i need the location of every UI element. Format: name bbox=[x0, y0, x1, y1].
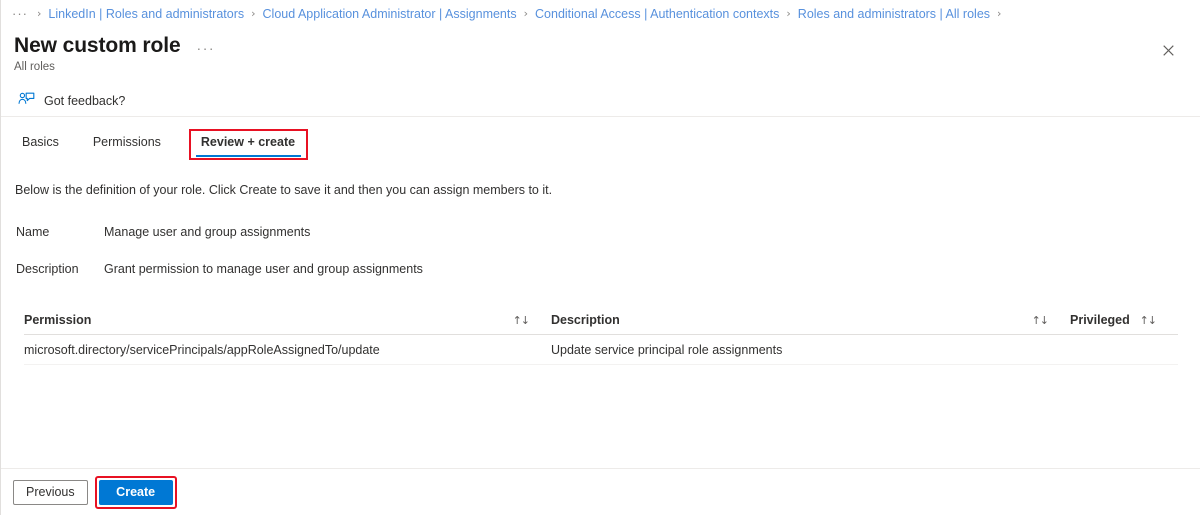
column-header-description[interactable]: Description ↑↓ bbox=[551, 313, 1070, 327]
sort-icon[interactable]: ↑↓ bbox=[513, 314, 551, 327]
blade-footer: Previous Create bbox=[1, 468, 1200, 515]
tab-active-underline bbox=[195, 155, 302, 157]
breadcrumb-separator-icon: › bbox=[786, 7, 791, 20]
tab-review-create[interactable]: Review + create bbox=[188, 129, 309, 160]
column-header-privileged[interactable]: Privileged ↑↓ bbox=[1070, 313, 1178, 327]
command-bar: Got feedback? bbox=[1, 85, 1200, 117]
table-body: microsoft.directory/servicePrincipals/ap… bbox=[24, 335, 1178, 365]
previous-button[interactable]: Previous bbox=[13, 479, 88, 505]
summary-value-description: Grant permission to manage user and grou… bbox=[104, 262, 423, 276]
cell-permission: microsoft.directory/servicePrincipals/ap… bbox=[24, 342, 380, 357]
got-feedback-button[interactable]: Got feedback? bbox=[16, 89, 129, 112]
summary-row-name: Name Manage user and group assignments bbox=[16, 225, 1200, 239]
got-feedback-label: Got feedback? bbox=[44, 93, 126, 108]
sort-icon[interactable]: ↑↓ bbox=[1032, 314, 1070, 327]
summary-row-description: Description Grant permission to manage u… bbox=[16, 262, 1200, 276]
summary-section: Name Manage user and group assignments D… bbox=[1, 225, 1200, 299]
tab-list: Basics Permissions Review + create bbox=[1, 129, 1200, 165]
breadcrumb: ··· › LinkedIn | Roles and administrator… bbox=[1, 0, 1200, 27]
breadcrumb-item-linkedin-roles[interactable]: LinkedIn | Roles and administrators bbox=[48, 7, 244, 21]
column-header-permission[interactable]: Permission ↑↓ bbox=[24, 313, 551, 327]
tab-permissions[interactable]: Permissions bbox=[85, 131, 169, 156]
more-options-button[interactable]: ··· bbox=[197, 37, 216, 55]
blade-panel: ··· › LinkedIn | Roles and administrator… bbox=[0, 0, 1200, 515]
close-icon bbox=[1162, 44, 1174, 56]
sort-icon[interactable]: ↑↓ bbox=[1140, 314, 1178, 327]
summary-value-name: Manage user and group assignments bbox=[104, 225, 311, 239]
create-button-annotation: Create bbox=[94, 475, 177, 509]
blade-header: New custom role ··· All roles bbox=[1, 27, 1200, 75]
breadcrumb-item-cloud-app-admin[interactable]: Cloud Application Administrator | Assign… bbox=[263, 7, 517, 21]
breadcrumb-separator-icon: › bbox=[523, 7, 529, 20]
page-subtitle: All roles bbox=[14, 61, 55, 73]
page-title: New custom role bbox=[14, 34, 181, 57]
tab-basics[interactable]: Basics bbox=[14, 131, 67, 156]
cell-description: Update service principal role assignment… bbox=[551, 342, 783, 357]
tab-review-create-label: Review + create bbox=[200, 135, 296, 149]
close-button[interactable] bbox=[1153, 35, 1183, 65]
breadcrumb-separator-icon: › bbox=[37, 7, 42, 20]
table-header-row: Permission ↑↓ Description ↑↓ Privileged … bbox=[24, 306, 1178, 335]
breadcrumb-item-roles-all-roles[interactable]: Roles and administrators | All roles bbox=[798, 7, 990, 21]
breadcrumb-item-conditional-access[interactable]: Conditional Access | Authentication cont… bbox=[535, 7, 779, 21]
tab-permissions-label: Permissions bbox=[92, 135, 161, 149]
breadcrumb-separator-icon: › bbox=[251, 7, 256, 20]
summary-label-name: Name bbox=[16, 225, 50, 239]
breadcrumb-separator-icon: › bbox=[997, 7, 1002, 20]
create-button[interactable]: Create bbox=[98, 479, 173, 505]
column-header-permission-label: Permission bbox=[24, 313, 92, 327]
blade-description: Below is the definition of your role. Cl… bbox=[15, 183, 553, 197]
column-header-privileged-label: Privileged bbox=[1070, 313, 1130, 327]
summary-label-description: Description bbox=[16, 262, 79, 276]
breadcrumb-overflow-button[interactable]: ··· bbox=[12, 6, 30, 21]
title-line: New custom role ··· bbox=[14, 33, 1200, 59]
column-header-description-label: Description bbox=[551, 313, 620, 327]
tab-basics-label: Basics bbox=[22, 135, 59, 149]
feedback-person-icon bbox=[18, 92, 35, 104]
permissions-table: Permission ↑↓ Description ↑↓ Privileged … bbox=[24, 306, 1178, 365]
table-row[interactable]: microsoft.directory/servicePrincipals/ap… bbox=[24, 335, 1178, 365]
